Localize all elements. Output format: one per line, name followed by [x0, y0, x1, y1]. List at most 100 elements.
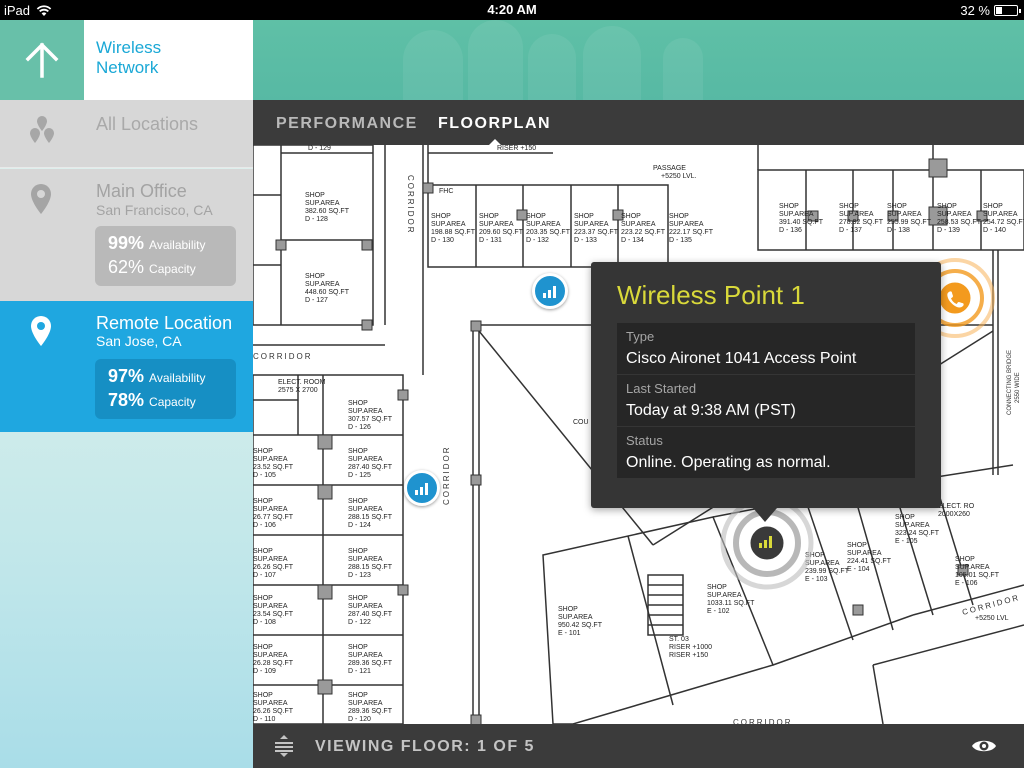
- status-time: 4:20 AM: [487, 2, 537, 17]
- room-id: D - 108: [253, 619, 276, 626]
- svg-text:SUP.AREA: SUP.AREA: [253, 556, 288, 563]
- svg-text:SHOP: SHOP: [621, 213, 641, 220]
- tab-floorplan[interactable]: FLOORPLAN: [438, 115, 551, 133]
- label-elect-room-size: 2575 X 2700: [278, 387, 318, 394]
- sidebar: Wireless Network All Locations Main Offi…: [0, 20, 253, 768]
- room-area: 255.99 SQ.FT: [887, 219, 932, 226]
- room-id: D - 123: [348, 572, 371, 579]
- room-id: D - 132: [526, 237, 549, 244]
- availability-label: Availability: [149, 238, 206, 252]
- field-value: Today at 9:38 AM (PST): [626, 402, 796, 419]
- room-area: 323.24 SQ.FT: [895, 530, 940, 537]
- room-id: D - 134: [621, 237, 644, 244]
- room-id: D - 122: [348, 619, 371, 626]
- room-id: D - 109: [253, 668, 276, 675]
- svg-text:SUP.AREA: SUP.AREA: [669, 221, 704, 228]
- svg-text:SHOP: SHOP: [558, 606, 578, 613]
- location-main-office[interactable]: Main Office San Francisco, CA 99% Availa…: [0, 169, 253, 301]
- svg-text:SHOP: SHOP: [779, 203, 799, 210]
- svg-text:SHOP: SHOP: [479, 213, 499, 220]
- nav-header: Wireless Network: [0, 20, 253, 100]
- svg-text:SUP.AREA: SUP.AREA: [305, 200, 340, 207]
- popover-title: Wireless Point 1: [617, 280, 805, 310]
- svg-text:SUP.AREA: SUP.AREA: [348, 456, 383, 463]
- battery-fill: [996, 7, 1003, 14]
- room-area: 224.41 SQ.FT: [847, 558, 892, 565]
- layers-menu-icon[interactable]: [274, 735, 294, 757]
- room-area: 203.35 SQ.FT: [526, 229, 571, 236]
- svg-text:SHOP: SHOP: [253, 595, 273, 602]
- status-right: 32 %: [960, 3, 1021, 18]
- location-stats: 97% Availability 78% Capacity: [95, 359, 236, 419]
- tab-performance[interactable]: PERFORMANCE: [276, 115, 418, 133]
- svg-text:SUP.AREA: SUP.AREA: [479, 221, 514, 228]
- room-id: D - 105: [253, 472, 276, 479]
- availability-value: 97%: [108, 366, 145, 386]
- popover-arrow: [753, 508, 777, 522]
- svg-text:SUP.AREA: SUP.AREA: [253, 700, 288, 707]
- banner-decoration: [583, 26, 641, 100]
- svg-text:SUP.AREA: SUP.AREA: [348, 408, 383, 415]
- svg-text:SHOP: SHOP: [669, 213, 689, 220]
- room-id: D - 137: [839, 227, 862, 234]
- room-area: 254.72 SQ.FT: [983, 219, 1024, 226]
- nav-title: Wireless Network: [84, 20, 253, 100]
- room-id: D - 125: [348, 472, 371, 479]
- capacity-label: Capacity: [149, 395, 196, 409]
- room-area: 223.22 SQ.FT: [621, 229, 666, 236]
- location-remote-location[interactable]: Remote Location San Jose, CA 97% Availab…: [0, 301, 253, 432]
- eye-icon[interactable]: [971, 737, 997, 755]
- room-id: E - 106: [955, 580, 978, 587]
- header-banner: [253, 20, 1024, 100]
- svg-text:SUP.AREA: SUP.AREA: [955, 564, 990, 571]
- svg-text:SUP.AREA: SUP.AREA: [895, 522, 930, 529]
- pin-icon: [31, 184, 51, 214]
- popover-field-last-started: Last Started Today at 9:38 AM (PST): [617, 375, 915, 426]
- svg-text:SHOP: SHOP: [253, 692, 273, 699]
- label-fhc: FHC: [439, 188, 453, 195]
- location-name: Remote Location: [96, 313, 233, 333]
- label-elect-room-right-size: 2000X260: [938, 511, 970, 518]
- room-area: 307.57 SQ.FT: [348, 416, 393, 423]
- label-stair-riser2: RISER +150: [669, 652, 708, 659]
- svg-text:SHOP: SHOP: [305, 192, 325, 199]
- svg-text:SUP.AREA: SUP.AREA: [431, 221, 466, 228]
- svg-text:SUP.AREA: SUP.AREA: [526, 221, 561, 228]
- room-id: D - 126: [348, 424, 371, 431]
- label-stair-riser1: RISER +1000: [669, 644, 712, 651]
- room-area: 289.36 SQ.FT: [348, 660, 393, 667]
- label-corridor-vertical: CORRIDOR: [406, 175, 415, 235]
- back-button[interactable]: [0, 20, 84, 100]
- room-area: 288.15 SQ.FT: [348, 564, 393, 571]
- room-area: 222.17 SQ.FT: [669, 229, 714, 236]
- room-id: D - 139: [937, 227, 960, 234]
- label-riser: RISER +150: [497, 145, 536, 152]
- availability-row: 99% Availability: [108, 233, 236, 257]
- room-area: 23.54 SQ.FT: [253, 611, 294, 618]
- capacity-label: Capacity: [149, 262, 196, 276]
- label-elect-room: ELECT. ROOM: [278, 379, 326, 386]
- svg-text:SUP.AREA: SUP.AREA: [839, 211, 874, 218]
- pin-icon: [31, 316, 51, 346]
- location-name: All Locations: [96, 114, 199, 134]
- availability-label: Availability: [149, 371, 206, 385]
- access-point-marker[interactable]: [532, 273, 568, 309]
- svg-text:SHOP: SHOP: [847, 542, 867, 549]
- room-id: D - 130: [431, 237, 454, 244]
- room-area: 223.37 SQ.FT: [574, 229, 619, 236]
- room-area: 391.40 SQ.FT: [779, 219, 824, 226]
- availability-row: 97% Availability: [108, 366, 236, 390]
- access-point-marker[interactable]: [404, 470, 440, 506]
- room-id: D - 140: [983, 227, 1006, 234]
- room-area: 287.40 SQ.FT: [348, 464, 393, 471]
- room-id: D - 127: [305, 297, 328, 304]
- svg-text:SUP.AREA: SUP.AREA: [937, 211, 972, 218]
- location-all-locations[interactable]: All Locations: [0, 100, 253, 168]
- svg-text:SHOP: SHOP: [253, 548, 273, 555]
- svg-text:SHOP: SHOP: [348, 400, 368, 407]
- label-corridor-left: CORRIDOR: [253, 352, 313, 361]
- room-area: 288.15 SQ.FT: [348, 514, 393, 521]
- svg-text:SHOP: SHOP: [348, 692, 368, 699]
- field-value: Online. Operating as normal.: [626, 454, 831, 471]
- tab-bar: PERFORMANCE FLOORPLAN: [253, 100, 1024, 146]
